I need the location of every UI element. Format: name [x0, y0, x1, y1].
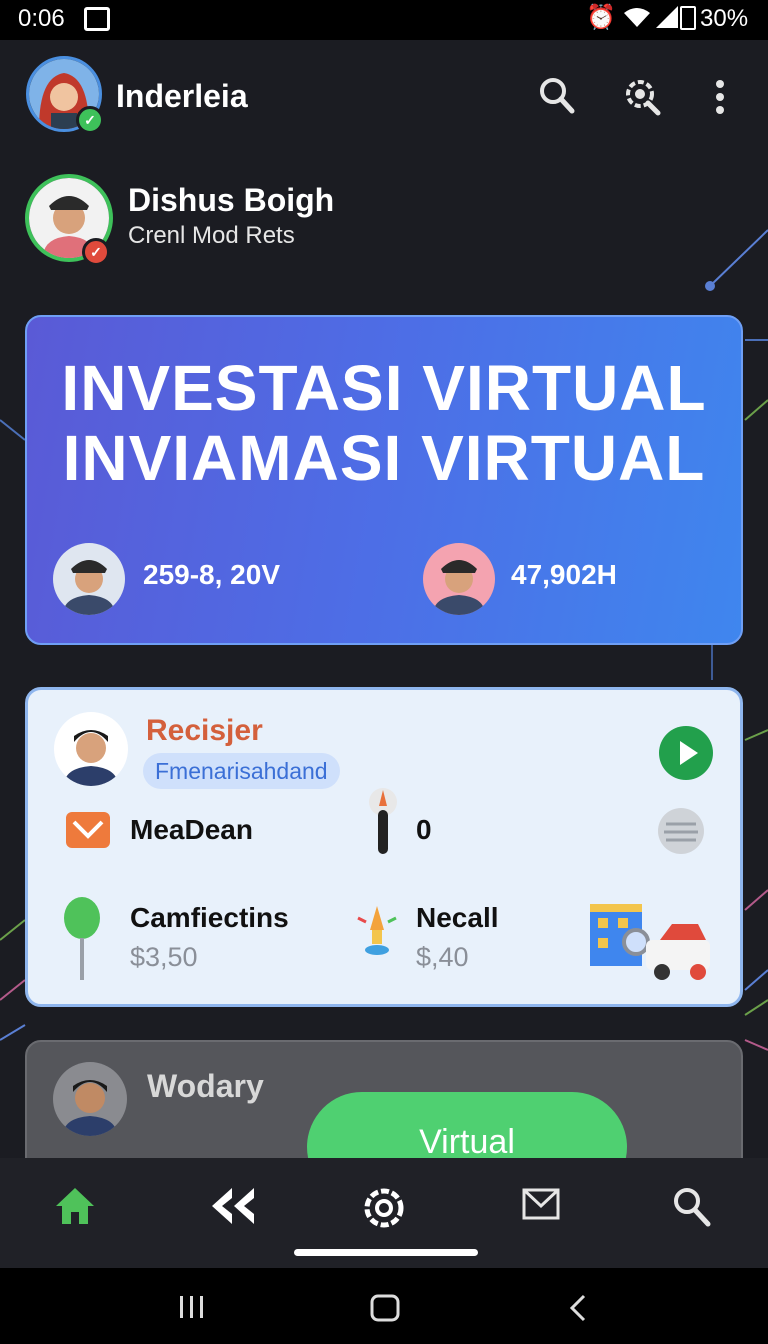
profile-name: Dishus Boigh: [128, 182, 335, 218]
search-icon[interactable]: [538, 76, 576, 116]
hero-title-line2: INVIAMASI VIRTUAL: [62, 422, 706, 494]
item-camfiectins-value: $3,50: [130, 942, 198, 972]
card2-title: Wodary: [147, 1068, 264, 1104]
card-title: Recisjer: [146, 714, 263, 747]
coin-stack-icon: [658, 808, 704, 854]
settings-icon[interactable]: [362, 1186, 406, 1230]
verified-badge-icon: ✓: [76, 106, 104, 134]
item-camfiectins-label: Camfiectins: [130, 902, 289, 933]
search-nav-icon[interactable]: [672, 1186, 712, 1228]
play-icon: [680, 741, 698, 765]
hero-title-line1: INVESTASI VIRTUAL: [61, 352, 707, 424]
item-necall-value: $,40: [416, 942, 469, 972]
notification-icon: [84, 7, 110, 31]
profile-subtitle: Crenl Mod Rets: [128, 222, 295, 249]
bottom-navigation: [0, 1158, 768, 1268]
card2-avatar: [53, 1062, 127, 1136]
trophy-icon: [357, 906, 397, 955]
item-meadean-label: MeaDean: [130, 814, 253, 845]
item-count-value: 0: [416, 814, 432, 845]
alarm-icon: ⏰: [586, 4, 616, 31]
wifi-icon: [624, 8, 650, 27]
system-navigation: [0, 1268, 768, 1344]
hero-left-avatar: [53, 543, 125, 615]
building-truck-icon: [590, 904, 710, 980]
home-indicator[interactable]: [294, 1249, 478, 1256]
signal-icon: [656, 6, 678, 28]
hero-banner[interactable]: INVESTASI VIRTUAL INVIAMASI VIRTUAL 259-…: [25, 315, 743, 645]
app-title: Inderleia: [116, 78, 248, 114]
recent-apps-icon[interactable]: [176, 1294, 208, 1320]
profile-badge-icon: ✓: [82, 238, 110, 266]
home-icon[interactable]: [54, 1186, 96, 1226]
mail-icon: [66, 812, 110, 848]
card-chip[interactable]: Fmenarisahdand: [143, 753, 340, 789]
card-avatar: [54, 712, 128, 786]
brush-icon: [369, 788, 397, 854]
status-bar: 0:06 ⏰ 30%: [0, 0, 768, 40]
battery-percent: 30%: [700, 5, 749, 32]
play-button[interactable]: [659, 726, 713, 780]
recisjer-card[interactable]: Recisjer Fmenarisahdand MeaDean 0 Camfie…: [25, 687, 743, 1007]
hero-left-value: 259-8, 20V: [143, 559, 280, 590]
item-necall-label: Necall: [416, 902, 499, 933]
mail-nav-icon[interactable]: [522, 1186, 560, 1222]
rewind-icon[interactable]: [208, 1186, 258, 1226]
back-icon[interactable]: [568, 1294, 588, 1322]
status-time: 0:06: [18, 5, 65, 32]
balloon-icon: [64, 897, 100, 980]
home-button-icon[interactable]: [370, 1294, 400, 1322]
battery-icon: [680, 6, 696, 30]
settings-search-icon[interactable]: [622, 76, 662, 116]
hero-right-value: 47,902H: [511, 559, 617, 590]
more-options-icon[interactable]: [712, 78, 728, 118]
hero-right-avatar: [423, 543, 495, 615]
